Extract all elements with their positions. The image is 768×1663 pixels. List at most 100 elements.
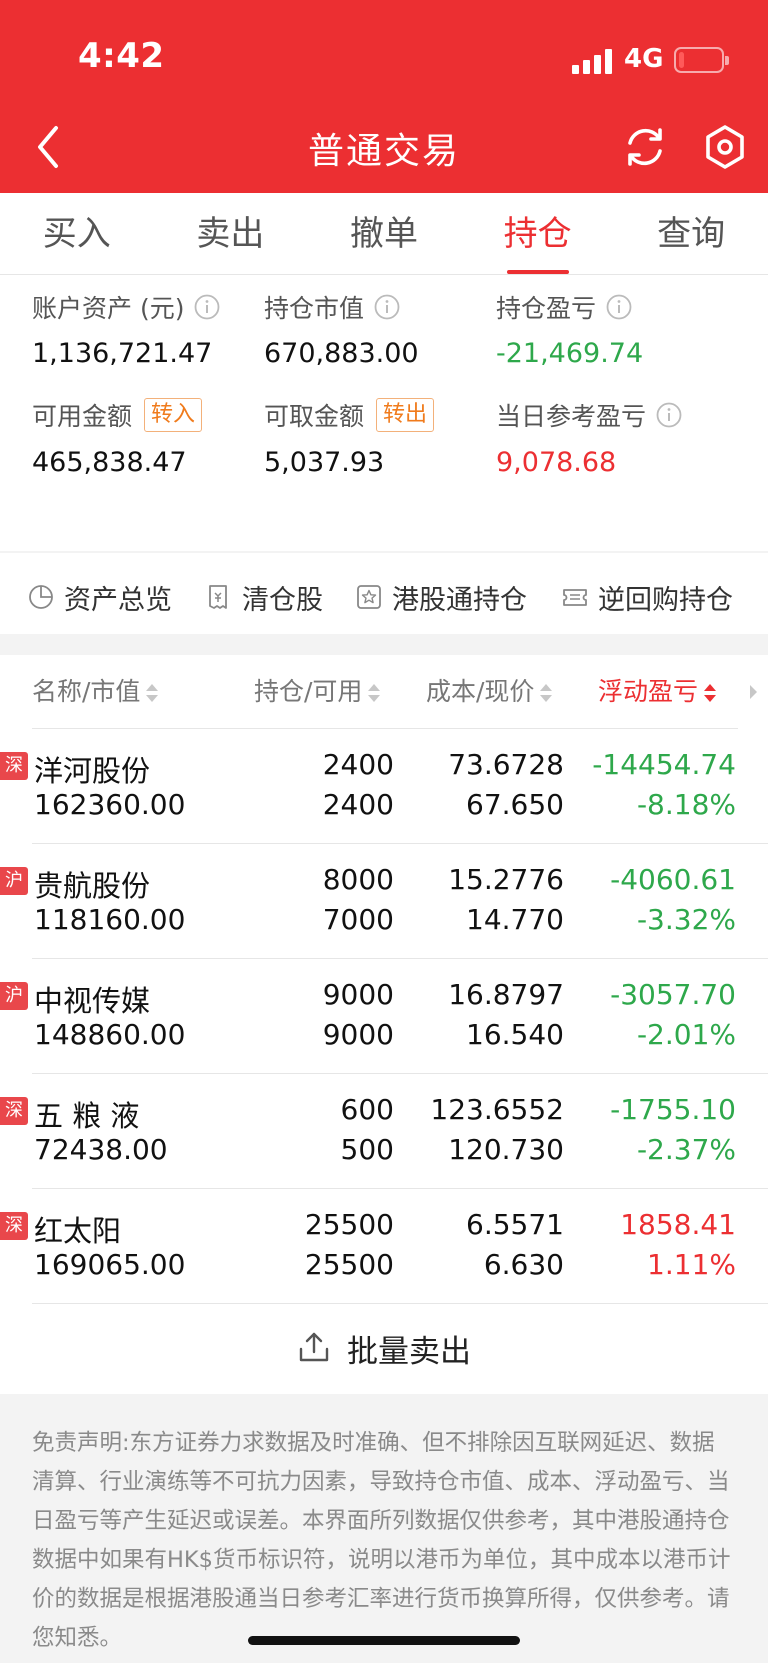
pie-chart-icon: [29, 585, 53, 609]
available-qty: 25500: [304, 1248, 394, 1281]
scroll-right-icon[interactable]: [750, 685, 757, 699]
available-qty: 9000: [322, 1018, 394, 1051]
divider: [0, 634, 768, 655]
market-badge: 深: [0, 1212, 28, 1240]
market-value: 162360.00: [34, 788, 186, 821]
tab-cancel[interactable]: 撤单: [307, 193, 461, 274]
sort-icon: [368, 684, 381, 702]
table-row[interactable]: 沪 中视传媒 148860.00 9000 9000 16.8797 16.54…: [0, 959, 768, 1074]
market-value: 169065.00: [34, 1248, 186, 1281]
share-upload-icon: [299, 1332, 329, 1362]
network-label: 4G: [624, 44, 664, 74]
receipt-icon: [209, 585, 227, 609]
current-price: 6.630: [483, 1248, 564, 1281]
available-label: 可用金额 转入: [32, 397, 203, 433]
available-qty: 2400: [322, 788, 394, 821]
withdrawable-value: 5,037.93: [264, 447, 385, 478]
shortcut-cleared-stocks[interactable]: 清仓股: [206, 560, 323, 634]
floating-pl: -14454.74: [592, 748, 736, 781]
sort-icon: [146, 684, 159, 702]
table-row[interactable]: 深 五 粮 液 72438.00 600 500 123.6552 120.73…: [0, 1074, 768, 1189]
floating-pl: -3057.70: [610, 978, 736, 1011]
header-pl-label: 浮动盈亏: [598, 677, 699, 706]
header-position-label: 持仓/可用: [254, 677, 363, 706]
info-icon[interactable]: [374, 294, 400, 320]
cost-price: 6.5571: [466, 1208, 564, 1241]
tab-sell[interactable]: 卖出: [154, 193, 308, 274]
shortcut-label: 港股通持仓: [392, 584, 527, 616]
market-badge: 深: [0, 1097, 28, 1125]
table-row[interactable]: 深 洋河股份 162360.00 2400 2400 73.6728 67.65…: [0, 729, 768, 844]
shortcut-hk-connect[interactable]: 港股通持仓: [356, 560, 527, 634]
sort-by-name[interactable]: 名称/市值: [32, 655, 159, 729]
tab-positions[interactable]: 持仓: [461, 193, 615, 274]
withdrawable-label: 可取金额 转出: [264, 397, 435, 433]
info-icon[interactable]: [656, 402, 682, 428]
market-value-value: 670,883.00: [264, 338, 419, 369]
cost-price: 73.6728: [448, 748, 564, 781]
ticket-icon: [563, 589, 587, 606]
refresh-icon[interactable]: [622, 124, 668, 170]
home-indicator[interactable]: [248, 1636, 520, 1645]
tab-query[interactable]: 查询: [614, 193, 768, 274]
market-value: 72438.00: [34, 1133, 168, 1166]
trade-tabs: 买入 卖出 撤单 持仓 查询: [0, 193, 768, 275]
disclaimer-panel: 免责声明:东方证券力求数据及时准确、但不排除因互联网延迟、数据清算、行业演练等不…: [0, 1394, 768, 1663]
transfer-in-button[interactable]: 转入: [144, 398, 203, 432]
position-qty: 2400: [322, 748, 394, 781]
position-pl-value: -21,469.74: [496, 338, 644, 369]
market-badge: 沪: [0, 982, 28, 1010]
info-icon[interactable]: [606, 294, 632, 320]
shortcut-label: 资产总览: [64, 584, 172, 616]
available-qty: 500: [340, 1133, 394, 1166]
shortcut-label: 逆回购持仓: [598, 584, 733, 616]
available-qty: 7000: [322, 903, 394, 936]
table-row[interactable]: 深 红太阳 169065.00 25500 25500 6.5571 6.630…: [0, 1189, 768, 1304]
settings-icon[interactable]: [702, 124, 748, 170]
available-label-text: 可用金额: [32, 402, 133, 431]
transfer-out-button[interactable]: 转出: [376, 398, 435, 432]
current-price: 120.730: [448, 1133, 564, 1166]
floating-pl-pct: -2.37%: [636, 1133, 736, 1166]
sort-by-pl[interactable]: 浮动盈亏: [598, 655, 717, 729]
header-name-label: 名称/市值: [32, 677, 141, 706]
batch-sell-button[interactable]: 批量卖出: [0, 1302, 768, 1394]
stock-name: 贵航股份: [34, 869, 151, 903]
floating-pl-pct: -3.32%: [636, 903, 736, 936]
shortcut-asset-overview[interactable]: 资产总览: [28, 560, 172, 634]
current-price: 16.540: [466, 1018, 564, 1051]
floating-pl: -4060.61: [610, 863, 736, 896]
floating-pl: -1755.10: [610, 1093, 736, 1126]
status-time: 4:42: [78, 36, 165, 76]
sort-icon: [540, 684, 553, 702]
floating-pl-pct: -2.01%: [636, 1018, 736, 1051]
sort-by-position[interactable]: 持仓/可用: [254, 655, 381, 729]
stock-name: 洋河股份: [34, 754, 151, 788]
shortcut-reverse-repo[interactable]: 逆回购持仓: [562, 560, 733, 634]
daily-pl-value: 9,078.68: [496, 447, 617, 478]
market-value: 118160.00: [34, 903, 186, 936]
info-icon[interactable]: [194, 294, 220, 320]
position-qty: 8000: [322, 863, 394, 896]
sort-by-cost[interactable]: 成本/现价: [426, 655, 553, 729]
floating-pl-pct: 1.11%: [647, 1248, 736, 1281]
shortcut-bar: 资产总览 清仓股 港股通持仓 逆回购持仓: [0, 560, 768, 634]
floating-pl: 1858.41: [620, 1208, 736, 1241]
positions-table-header: 名称/市值 持仓/可用 成本/现价 浮动盈亏: [0, 655, 768, 729]
total-assets-value: 1,136,721.47: [32, 338, 213, 369]
market-value: 148860.00: [34, 1018, 186, 1051]
table-row[interactable]: 沪 贵航股份 118160.00 8000 7000 15.2776 14.77…: [0, 844, 768, 959]
divider: [0, 551, 768, 553]
batch-sell-label: 批量卖出: [347, 1333, 471, 1370]
stock-name: 五 粮 液: [34, 1099, 140, 1133]
sort-icon: [704, 684, 717, 702]
daily-pl-label-text: 当日参考盈亏: [496, 402, 647, 431]
shortcut-label: 清仓股: [242, 584, 323, 616]
daily-pl-label: 当日参考盈亏: [496, 397, 682, 433]
total-assets-label-text: 账户资产 (元): [32, 294, 185, 323]
signal-icon: [572, 48, 614, 74]
tab-buy[interactable]: 买入: [0, 193, 154, 274]
disclaimer-text: 免责声明:东方证券力求数据及时准确、但不排除因互联网延迟、数据清算、行业演练等不…: [32, 1430, 731, 1651]
market-value-label-text: 持仓市值: [264, 294, 365, 323]
position-qty: 9000: [322, 978, 394, 1011]
